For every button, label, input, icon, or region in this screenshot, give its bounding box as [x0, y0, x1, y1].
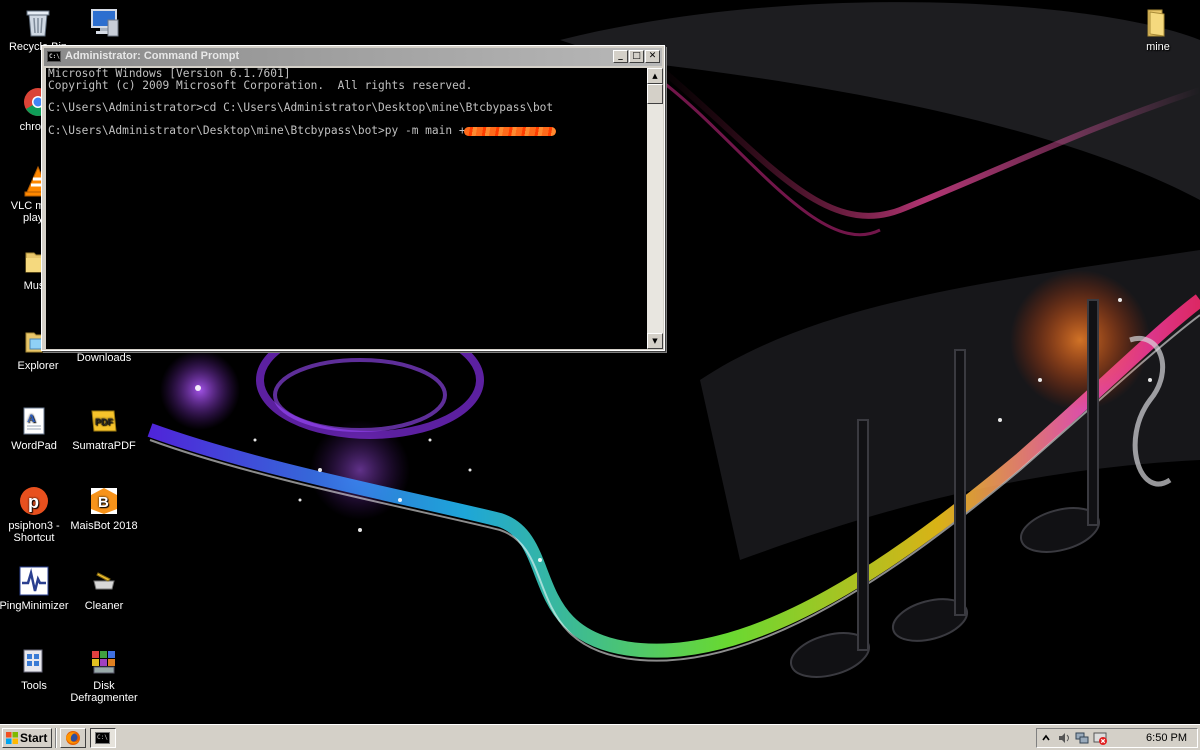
taskbar-command-prompt[interactable]: C:\ — [90, 728, 116, 748]
desktop-icon-label: PingMinimizer — [0, 600, 69, 612]
svg-text:PDF: PDF — [95, 417, 114, 427]
desktop-icon-tools[interactable]: Tools — [0, 645, 72, 692]
alert-icon[interactable] — [1093, 731, 1107, 745]
desktop-icon-label: Downloads — [76, 352, 132, 364]
window-title: Administrator: Command Prompt — [65, 50, 240, 62]
pingminimizer-icon — [19, 566, 49, 596]
desktop-icon-label: MaisBot 2018 — [70, 520, 138, 532]
desktop-icon-wordpad[interactable]: A WordPad — [0, 405, 72, 452]
desktop-icon-cleaner[interactable]: Cleaner — [66, 565, 142, 612]
command-prompt-window[interactable]: C:\ Administrator: Command Prompt _ □ ✕ … — [41, 45, 665, 351]
volume-icon[interactable] — [1057, 731, 1071, 745]
folder-icon — [1147, 9, 1165, 37]
console-line-with-redaction: C:\Users\Administrator\Desktop\mine\Btcb… — [48, 125, 556, 137]
tools-icon — [23, 649, 43, 673]
sumatrapdf-icon: PDF — [91, 410, 117, 432]
chevron-icon[interactable] — [1039, 731, 1053, 745]
cleaner-icon — [93, 572, 115, 590]
svg-text:B: B — [98, 494, 109, 511]
command-prompt-icon: C:\ — [95, 732, 110, 744]
wordpad-icon: A — [23, 407, 45, 435]
disk-defragmenter-icon — [92, 651, 115, 674]
start-button[interactable]: Start — [2, 728, 52, 748]
scroll-up-button[interactable]: ▲ — [647, 68, 663, 84]
scroll-down-button[interactable]: ▼ — [647, 333, 663, 349]
desktop-icon-label: WordPad — [11, 440, 57, 452]
taskbar-separator — [55, 728, 57, 748]
recycle-bin-icon — [26, 10, 50, 37]
close-button[interactable]: ✕ — [645, 50, 660, 63]
psiphon-icon: p — [20, 487, 48, 515]
desktop-icon-label: Tools — [21, 680, 47, 692]
desktop-icon-computer[interactable] — [66, 6, 142, 41]
desktop-icon-sumatrapdf[interactable]: PDF SumatraPDF — [66, 405, 142, 452]
console-line: C:\Users\Administrator>cd C:\Users\Admin… — [48, 101, 554, 114]
desktop-icon-label: mine — [1146, 41, 1170, 53]
network-icon[interactable] — [1075, 731, 1089, 745]
console-line: C:\Users\Administrator\Desktop\mine\Btcb… — [48, 124, 466, 137]
desktop-icon-mine[interactable]: mine — [1120, 6, 1196, 53]
clock[interactable]: 6:50 PM — [1146, 731, 1187, 745]
svg-text:p: p — [28, 492, 39, 512]
taskbar-firefox[interactable] — [60, 728, 86, 748]
start-label: Start — [20, 731, 48, 745]
maximize-button[interactable]: □ — [629, 50, 644, 63]
minimize-button[interactable]: _ — [613, 50, 628, 63]
redaction-scribble — [463, 126, 556, 136]
scroll-thumb[interactable] — [647, 84, 663, 104]
desktop-icon-pingminimizer[interactable]: PingMinimizer — [0, 565, 72, 612]
svg-text:A: A — [27, 411, 36, 425]
command-prompt-icon: C:\ — [47, 51, 61, 62]
vertical-scrollbar[interactable]: ▲ ▼ — [647, 68, 663, 349]
computer-icon — [91, 9, 119, 37]
desktop-icon-label: SumatraPDF — [72, 440, 136, 452]
desktop-icon-label: Cleaner — [84, 600, 124, 612]
windows-flag-icon — [6, 732, 18, 744]
console-line: Copyright (c) 2009 Microsoft Corporation… — [48, 78, 473, 92]
desktop-icon-label: psiphon3 - Shortcut — [8, 520, 60, 544]
maisbot-icon: B — [91, 488, 117, 514]
desktop-icon-disk-defragmenter[interactable]: Disk Defragmenter — [66, 645, 142, 704]
desktop-icon-downloads[interactable]: Downloads — [66, 352, 142, 364]
desktop-icon-label: Explorer — [17, 360, 59, 372]
console-line: Microsoft Windows [Version 6.1.7601] — [48, 68, 291, 80]
console-output[interactable]: Microsoft Windows [Version 6.1.7601] Cop… — [46, 68, 647, 349]
taskbar: Start C:\ 6:50 PM — [0, 724, 1200, 750]
desktop-icon-maisbot[interactable]: B MaisBot 2018 — [66, 485, 142, 532]
firefox-icon — [66, 731, 80, 745]
desktop-icon-label: Disk Defragmenter — [70, 680, 138, 704]
desktop-icon-psiphon[interactable]: p psiphon3 - Shortcut — [0, 485, 72, 544]
system-tray: 6:50 PM — [1036, 728, 1198, 748]
window-titlebar[interactable]: C:\ Administrator: Command Prompt _ □ ✕ — [44, 48, 662, 66]
